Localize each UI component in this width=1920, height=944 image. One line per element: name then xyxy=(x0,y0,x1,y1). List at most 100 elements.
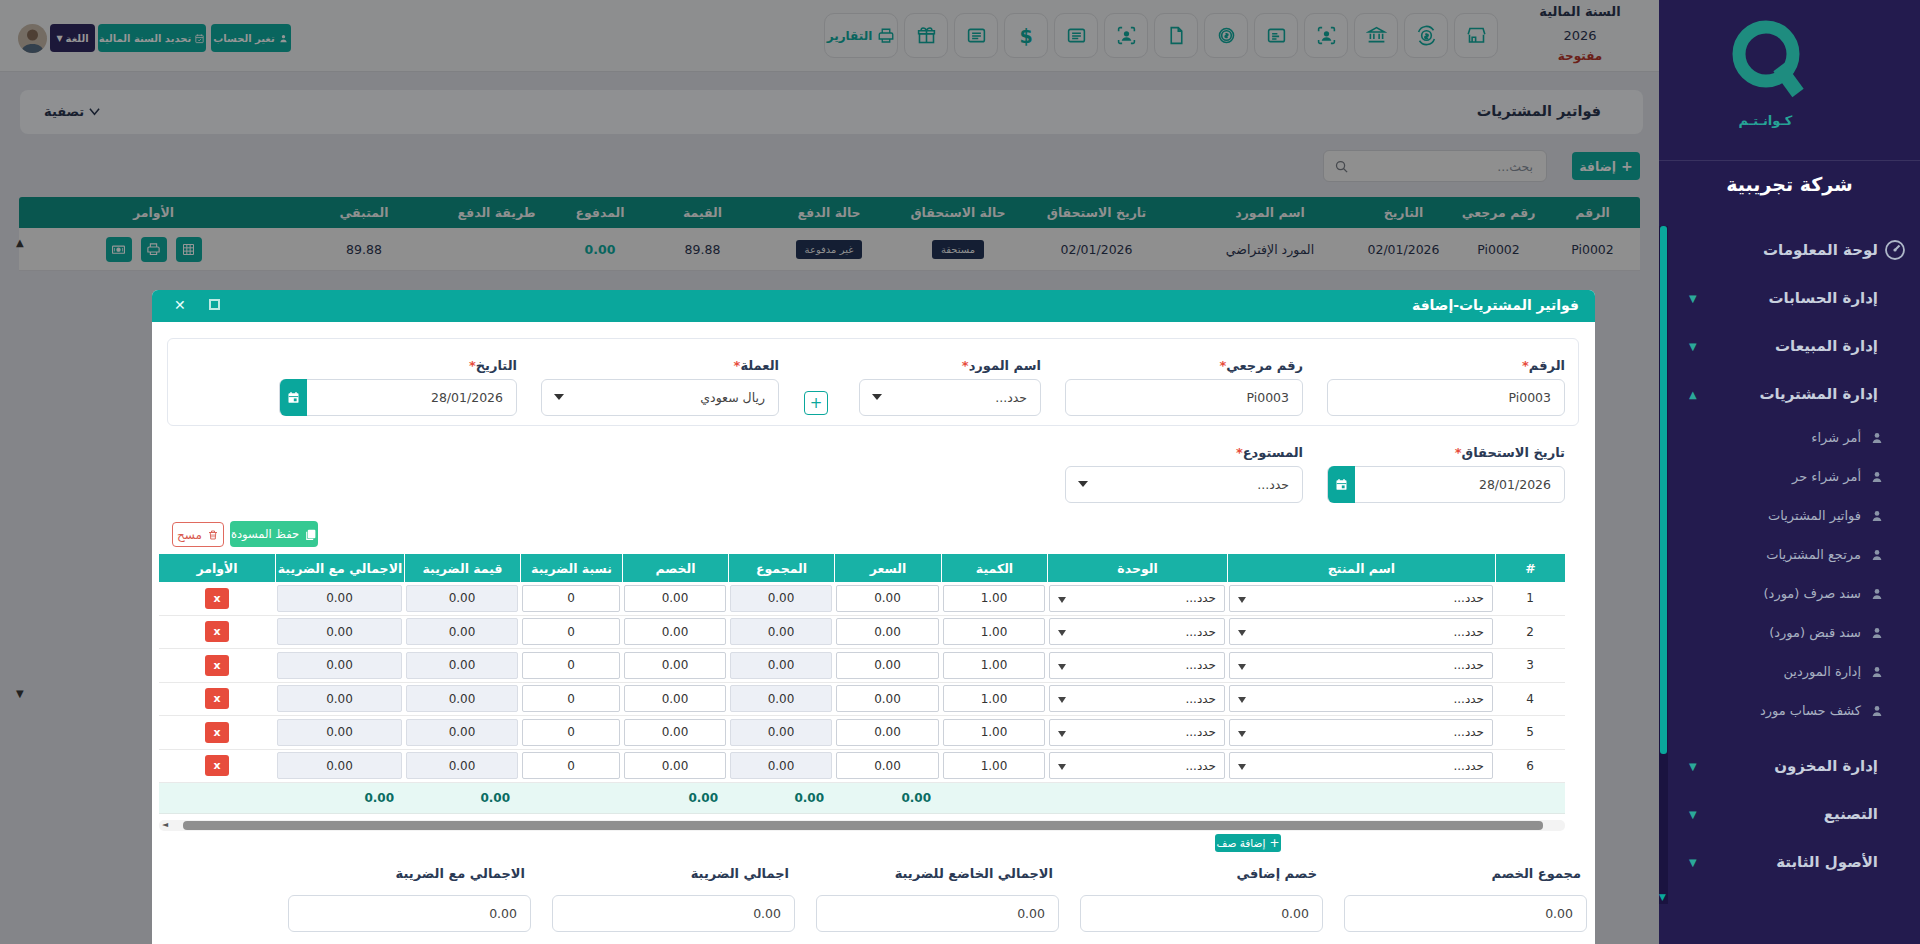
supplier-select[interactable]: حدد...+ xyxy=(859,379,1041,416)
coin-button[interactable] xyxy=(1204,13,1248,58)
file-button[interactable] xyxy=(1154,13,1198,58)
select-fiscal-year-button[interactable]: تحديد السنة المالية xyxy=(98,24,206,52)
product-select[interactable]: حدد... xyxy=(1229,585,1493,612)
price-input[interactable]: 0.00 xyxy=(836,719,939,746)
scrollbar-thumb[interactable] xyxy=(1660,226,1667,754)
column-header[interactable]: حالة الدفع xyxy=(750,197,908,228)
tax-rate-input[interactable]: 0 xyxy=(522,585,620,612)
save-draft-button[interactable]: حفظ المسودة xyxy=(230,521,318,547)
sidebar-subitem[interactable]: إدارة الموردين xyxy=(1659,652,1920,691)
change-account-button[interactable]: تغير الحساب xyxy=(211,24,291,52)
discount-input[interactable]: 0.00 xyxy=(624,652,726,679)
sidebar-scrollbar[interactable]: ▼ xyxy=(1659,226,1668,904)
qty-input[interactable]: 1.00 xyxy=(943,618,1045,645)
price-input[interactable]: 0.00 xyxy=(836,685,939,712)
sidebar-subitem[interactable]: سند قبض (مورد) xyxy=(1659,613,1920,652)
summary-input[interactable]: 0.00 xyxy=(1344,895,1587,932)
language-button[interactable]: اللغة ▼ xyxy=(50,24,95,52)
avatar[interactable] xyxy=(18,24,47,53)
due-date-input[interactable]: 28/01/2026 xyxy=(1327,466,1565,503)
qty-input[interactable]: 1.00 xyxy=(943,685,1045,712)
scrollbar-thumb[interactable] xyxy=(183,821,1543,830)
discount-input[interactable]: 0.00 xyxy=(624,719,726,746)
sidebar-subitem[interactable]: كشف حساب مورد xyxy=(1659,691,1920,730)
column-header[interactable]: القيمة xyxy=(655,197,750,228)
horizontal-scrollbar[interactable]: ◄ xyxy=(159,820,1565,831)
maximize-icon[interactable] xyxy=(209,299,220,310)
sidebar-item[interactable]: إدارة الحسابات▼ xyxy=(1659,274,1920,322)
close-icon[interactable]: ✕ xyxy=(174,297,186,313)
product-select[interactable]: حدد... xyxy=(1229,752,1493,779)
summary-input[interactable]: 0.00 xyxy=(288,895,531,932)
column-header[interactable]: رقم مرجعي xyxy=(1452,197,1545,228)
product-select[interactable]: حدد... xyxy=(1229,685,1493,712)
filter-toggle[interactable]: تصفية xyxy=(44,104,100,119)
discount-input[interactable]: 0.00 xyxy=(624,618,726,645)
price-input[interactable]: 0.00 xyxy=(836,752,939,779)
table-row[interactable]: Pi0002Pi000202/01/2026المورد الإفتراضي02… xyxy=(19,228,1640,271)
money-bill-button[interactable] xyxy=(106,237,132,262)
unit-select[interactable]: حدد... xyxy=(1049,618,1225,645)
column-header[interactable]: تاريخ الاستحقاق xyxy=(1008,197,1185,228)
tax-rate-input[interactable]: 0 xyxy=(522,719,620,746)
person-frame-button[interactable] xyxy=(1104,13,1148,58)
person-frame-button[interactable] xyxy=(1304,13,1348,58)
id-card-button[interactable] xyxy=(1254,13,1298,58)
price-input[interactable]: 0.00 xyxy=(836,652,939,679)
unit-select[interactable]: حدد... xyxy=(1049,685,1225,712)
date-input[interactable]: 28/01/2026 xyxy=(279,379,517,416)
bank-button[interactable] xyxy=(1354,13,1398,58)
sidebar-subitem[interactable]: أمر شراء حر xyxy=(1659,457,1920,496)
reports-button[interactable]: التقارير xyxy=(824,13,898,58)
delete-row-button[interactable]: x xyxy=(205,688,229,709)
column-header[interactable]: المتبقي xyxy=(280,197,448,228)
clear-button[interactable]: مسح xyxy=(172,522,224,547)
sidebar-subitem[interactable]: مرتجع المشتريات xyxy=(1659,535,1920,574)
calendar-icon[interactable] xyxy=(1328,466,1355,503)
tax-rate-input[interactable]: 0 xyxy=(522,685,620,712)
sidebar-item[interactable]: الأصول الثابتة▼ xyxy=(1659,838,1920,886)
unit-select[interactable]: حدد... xyxy=(1049,652,1225,679)
summary-input[interactable]: 0.00 xyxy=(1080,895,1323,932)
search-input[interactable]: بحث... xyxy=(1323,150,1547,182)
price-input[interactable]: 0.00 xyxy=(836,585,939,612)
column-header[interactable]: المدفوع xyxy=(545,197,655,228)
list-card-button[interactable] xyxy=(1054,13,1098,58)
scroll-up-icon[interactable]: ▲ xyxy=(16,237,24,248)
column-header[interactable]: التاريخ xyxy=(1355,197,1452,228)
qty-input[interactable]: 1.00 xyxy=(943,752,1045,779)
delete-row-button[interactable]: x xyxy=(205,755,229,776)
discount-input[interactable]: 0.00 xyxy=(624,752,726,779)
qty-input[interactable]: 1.00 xyxy=(943,652,1045,679)
sidebar-item[interactable]: لوحة المعلومات xyxy=(1659,226,1920,274)
store-button[interactable] xyxy=(1454,13,1498,58)
delete-row-button[interactable]: x xyxy=(205,588,229,609)
product-select[interactable]: حدد... xyxy=(1229,652,1493,679)
scroll-down-icon[interactable]: ▼ xyxy=(1659,892,1666,902)
qty-input[interactable]: 1.00 xyxy=(943,719,1045,746)
scroll-left-icon[interactable]: ◄ xyxy=(162,820,168,829)
scroll-down-icon[interactable]: ▼ xyxy=(16,688,24,699)
delete-row-button[interactable]: x xyxy=(205,722,229,743)
sidebar-subitem[interactable]: سند صرف (مورد) xyxy=(1659,574,1920,613)
money-transfer-button[interactable] xyxy=(1404,13,1448,58)
summary-input[interactable]: 0.00 xyxy=(816,895,1059,932)
unit-select[interactable]: حدد... xyxy=(1049,752,1225,779)
column-header[interactable]: طريقة الدفع xyxy=(448,197,545,228)
warehouse-select[interactable]: حدد... xyxy=(1065,466,1303,503)
product-select[interactable]: حدد... xyxy=(1229,618,1493,645)
sidebar-subitem[interactable]: فواتير المشتريات xyxy=(1659,496,1920,535)
qty-input[interactable]: 1.00 xyxy=(943,585,1045,612)
summary-input[interactable]: 0.00 xyxy=(552,895,795,932)
print-button[interactable] xyxy=(141,237,167,262)
currency-select[interactable]: ريال سعودي xyxy=(541,379,779,416)
add-row-button[interactable]: + إضافة صف xyxy=(1215,834,1281,852)
tax-rate-input[interactable]: 0 xyxy=(522,652,620,679)
sidebar-subitem[interactable]: أمر شراء xyxy=(1659,418,1920,457)
column-header[interactable]: حالة الاستحقاق xyxy=(908,197,1008,228)
sidebar-item[interactable]: إدارة المخزون▼ xyxy=(1659,742,1920,790)
grid-button[interactable] xyxy=(176,237,202,262)
unit-select[interactable]: حدد... xyxy=(1049,719,1225,746)
unit-select[interactable]: حدد... xyxy=(1049,585,1225,612)
delete-row-button[interactable]: x xyxy=(205,655,229,676)
